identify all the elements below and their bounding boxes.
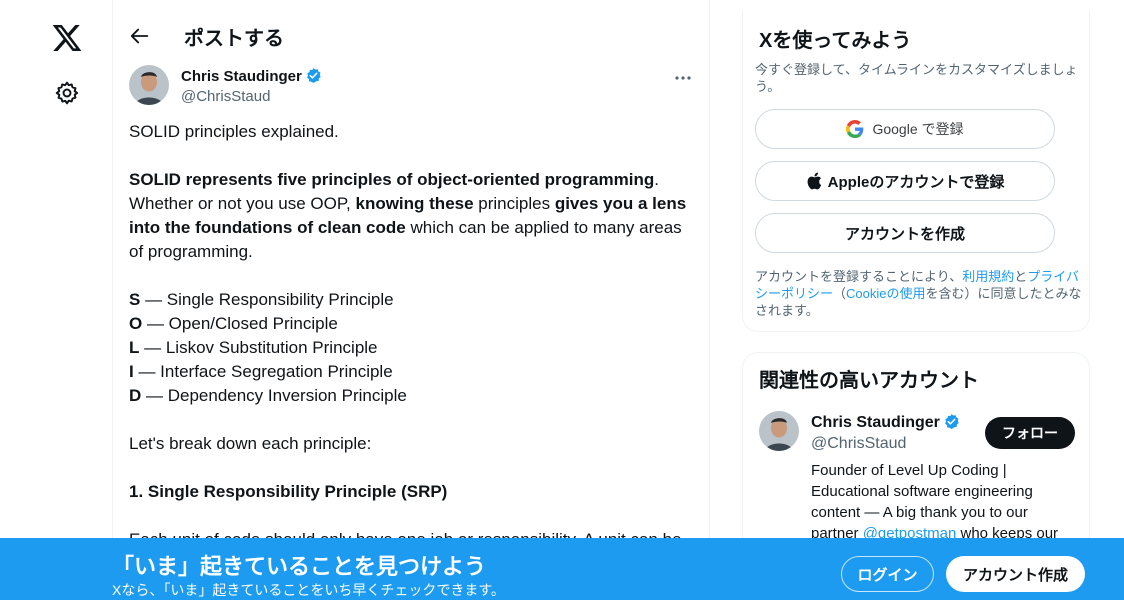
- post-text-bold: SOLID represents five principles of obje…: [129, 170, 655, 189]
- post-paragraph-solid: SOLID represents five principles of obje…: [129, 168, 695, 264]
- related-account-handle[interactable]: @ChrisStaud: [811, 435, 906, 453]
- list-item: D — Dependency Inversion Principle: [129, 384, 695, 408]
- author-name[interactable]: Chris Staudinger: [181, 67, 322, 85]
- legal-text: アカウントを登録することにより、利用規約とプライバシーポリシー（Cookieの使…: [755, 268, 1085, 319]
- legal-text-span: アカウントを登録することにより、: [755, 269, 963, 284]
- author-name-text[interactable]: Chris Staudinger: [181, 68, 302, 85]
- principle-text: — Single Responsibility Principle: [140, 290, 394, 309]
- legal-text-span: と: [1014, 269, 1028, 284]
- post-text-bold: knowing these: [355, 194, 474, 213]
- section-heading-text: 1. Single Responsibility Principle (SRP): [129, 482, 448, 501]
- apple-signup-label: Appleのアカウントで登録: [827, 173, 1005, 191]
- banner-title: 「いま」起きていることを見つけよう: [112, 554, 487, 579]
- create-account-label: アカウントを作成: [844, 225, 965, 243]
- signup-title: Xを使ってみよう: [759, 30, 912, 52]
- x-logo-icon[interactable]: [51, 22, 83, 54]
- verified-badge-icon: [305, 67, 322, 84]
- post-intro: SOLID principles explained.: [129, 122, 339, 141]
- gear-icon[interactable]: [54, 80, 80, 106]
- apple-icon: [806, 172, 822, 190]
- login-button[interactable]: ログイン: [841, 556, 934, 592]
- section-heading: 1. Single Responsibility Principle (SRP): [129, 480, 695, 504]
- terms-link[interactable]: 利用規約: [962, 269, 1014, 284]
- principle-letter: O: [129, 314, 143, 333]
- signup-subtitle: 今すぐ登録して、タイムラインをカスタマイズしましょう。: [755, 62, 1078, 94]
- avatar[interactable]: [129, 65, 169, 105]
- verified-badge-icon: [943, 413, 960, 430]
- signup-banner: 「いま」起きていることを見つけよう Xなら、「いま」起きていることをいち早くチェ…: [0, 538, 1124, 600]
- list-item: O — Open/Closed Principle: [129, 312, 695, 336]
- post-author: Chris Staudinger @ChrisStaud: [129, 64, 695, 108]
- google-signup-label: Google で登録: [872, 121, 964, 137]
- main-column: ポストする Chris Staudinger @ChrisStaud SOLID…: [112, 0, 710, 600]
- post-text: SOLID principles explained. SOLID repres…: [129, 120, 695, 576]
- cookie-link[interactable]: Cookieの使用: [846, 286, 925, 301]
- related-name-text[interactable]: Chris Staudinger: [811, 414, 940, 431]
- arrow-left-icon[interactable]: [129, 25, 151, 47]
- page-title: ポストする: [184, 28, 284, 50]
- google-signup-button[interactable]: Google で登録: [755, 109, 1055, 149]
- avatar[interactable]: [759, 411, 799, 451]
- principle-letter: L: [129, 338, 140, 357]
- principle-text: — Open/Closed Principle: [142, 314, 338, 333]
- apple-signup-button[interactable]: Appleのアカウントで登録: [755, 161, 1055, 201]
- principle-text: — Dependency Inversion Principle: [141, 386, 407, 405]
- more-horizontal-icon[interactable]: [671, 68, 695, 88]
- post-header: ポストする: [113, 0, 709, 72]
- principle-letter: D: [129, 386, 142, 405]
- related-title: 関連性の高いアカウント: [759, 370, 979, 392]
- author-handle[interactable]: @ChrisStaud: [181, 88, 270, 105]
- principle-text: — Interface Segregation Principle: [133, 362, 393, 381]
- banner-subtitle: Xなら、「いま」起きていることをいち早くチェックできます。: [112, 582, 505, 598]
- breakdown-line: Let's break down each principle:: [129, 434, 372, 453]
- create-account-banner-button[interactable]: アカウント作成: [946, 556, 1085, 592]
- follow-button[interactable]: フォロー: [985, 417, 1075, 449]
- list-item: S — Single Responsibility Principle: [129, 288, 695, 312]
- related-account-name[interactable]: Chris Staudinger: [811, 413, 960, 432]
- google-icon: [846, 120, 864, 138]
- legal-text-span: （: [833, 286, 847, 301]
- left-nav: [0, 0, 112, 600]
- principle-letter: S: [129, 290, 141, 309]
- post-text-span: principles: [473, 194, 555, 213]
- list-item: L — Liskov Substitution Principle: [129, 336, 695, 360]
- principle-text: — Liskov Substitution Principle: [139, 338, 378, 357]
- principles-list: S — Single Responsibility Principle O — …: [129, 288, 695, 408]
- list-item: I — Interface Segregation Principle: [129, 360, 695, 384]
- signup-card: Xを使ってみよう 今すぐ登録して、タイムラインをカスタマイズしましょう。 Goo…: [742, 12, 1090, 332]
- create-account-button[interactable]: アカウントを作成: [755, 213, 1055, 253]
